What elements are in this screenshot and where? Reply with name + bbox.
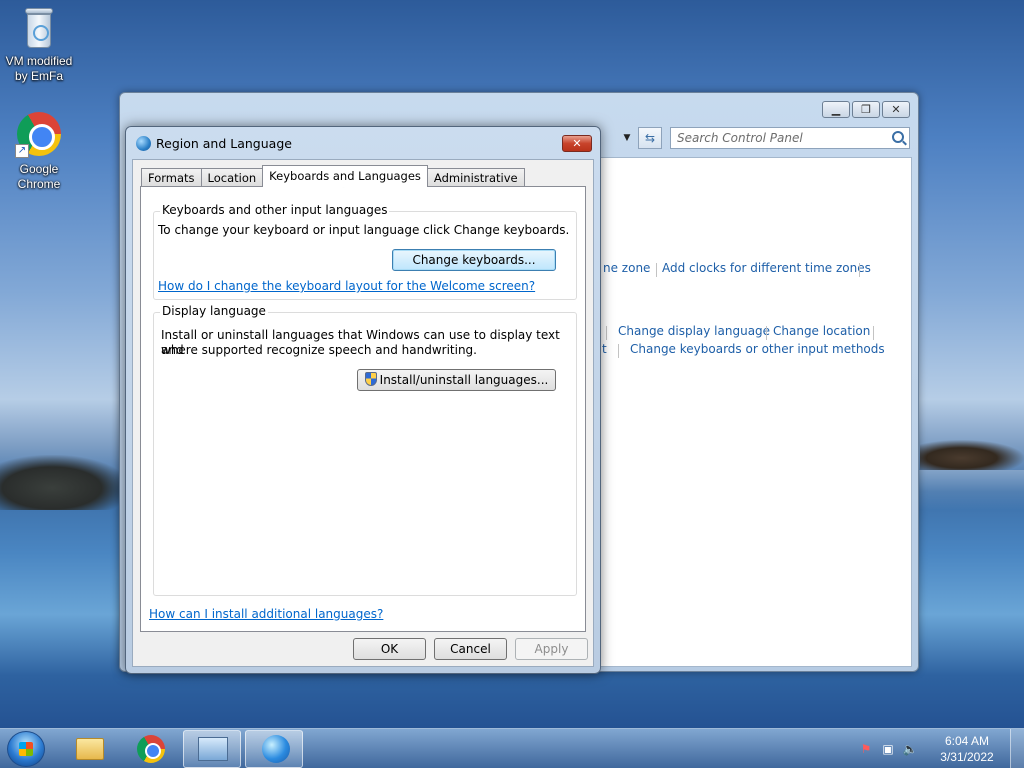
start-button[interactable] <box>7 731 45 767</box>
close-button[interactable]: ✕ <box>882 101 910 118</box>
network-icon[interactable]: ▣ <box>880 741 896 757</box>
show-desktop-button[interactable] <box>1010 729 1024 768</box>
link-fragment[interactable]: t <box>602 342 607 356</box>
search-box[interactable] <box>670 127 910 149</box>
region-language-dialog[interactable]: Region and Language ✕ Formats Location K… <box>125 126 601 674</box>
restore-button[interactable]: ❐ <box>852 101 880 118</box>
tab-panel-keyboards: Keyboards and other input languages To c… <box>140 186 586 632</box>
tab-keyboards-and-languages[interactable]: Keyboards and Languages <box>262 165 428 187</box>
control-panel-icon <box>198 737 228 761</box>
close-button[interactable]: ✕ <box>562 135 592 152</box>
tab-administrative[interactable]: Administrative <box>426 168 525 187</box>
link-separator <box>618 344 619 358</box>
cancel-button[interactable]: Cancel <box>434 638 507 660</box>
link-separator <box>859 263 860 277</box>
folder-icon <box>76 738 104 760</box>
install-additional-languages-link[interactable]: How can I install additional languages? <box>149 607 383 621</box>
shortcut-arrow-icon: ↗ <box>15 144 29 158</box>
uac-shield-icon <box>364 372 377 386</box>
install-uninstall-languages-button[interactable]: Install/uninstall languages... <box>357 369 556 391</box>
window-controls: ▁ ❐ ✕ <box>822 101 910 118</box>
desktop-icon-recycle-bin[interactable]: VM modified by EmFa <box>1 6 77 84</box>
search-icon[interactable] <box>892 131 904 143</box>
taskbar-control-panel-button[interactable] <box>183 730 241 768</box>
tab-location[interactable]: Location <box>200 168 264 187</box>
taskbar-chrome-button[interactable] <box>121 730 179 768</box>
desktop-icon-label: Google Chrome <box>17 162 61 191</box>
volume-icon[interactable]: 🔈 <box>902 741 918 757</box>
dialog-body: Formats Location Keyboards and Languages… <box>132 159 594 667</box>
group-title: Keyboards and other input languages <box>160 203 390 217</box>
link-change-keyboards[interactable]: Change keyboards or other input methods <box>630 342 885 356</box>
apply-button[interactable]: Apply <box>515 638 588 660</box>
desktop-icon-label: VM modified by EmFa <box>5 54 73 83</box>
chrome-icon <box>137 735 165 763</box>
action-center-flag-icon[interactable]: ⚑ <box>858 741 874 757</box>
globe-clock-icon <box>262 735 290 763</box>
welcome-screen-keyboard-help-link[interactable]: How do I change the keyboard layout for … <box>158 279 535 293</box>
tab-formats[interactable]: Formats <box>141 168 202 187</box>
dialog-title: Region and Language <box>156 136 292 151</box>
wallpaper-rocks-left <box>0 455 130 510</box>
change-keyboards-button[interactable]: Change keyboards... <box>392 249 556 271</box>
ok-button[interactable]: OK <box>353 638 426 660</box>
refresh-button[interactable]: ⇆ <box>638 127 662 149</box>
link-add-clocks[interactable]: Add clocks for different time zones <box>662 261 871 275</box>
clock[interactable]: 6:04 AM 3/31/2022 <box>932 733 1002 765</box>
desktop-icon-google-chrome[interactable]: ↗ Google Chrome <box>1 112 77 192</box>
link-time-zone[interactable]: ne zone <box>603 261 650 275</box>
globe-icon <box>136 136 151 151</box>
link-change-display-language[interactable]: Change display language <box>618 324 770 338</box>
address-dropdown-icon[interactable]: ▼ <box>618 127 636 149</box>
taskbar-explorer-button[interactable] <box>60 730 118 768</box>
button-label: Install/uninstall languages... <box>379 373 549 387</box>
group-title: Display language <box>160 304 268 318</box>
clock-date: 3/31/2022 <box>940 750 994 764</box>
link-separator <box>606 326 607 340</box>
minimize-button[interactable]: ▁ <box>822 101 850 118</box>
link-separator <box>766 326 767 340</box>
wallpaper-rocks-right <box>920 440 1024 470</box>
system-tray: ⚑ ▣ 🔈 6:04 AM 3/31/2022 <box>854 729 1024 768</box>
keyboards-description: To change your keyboard or input languag… <box>158 223 570 237</box>
link-separator <box>656 263 657 277</box>
recycle-bin-icon <box>23 6 55 50</box>
search-input[interactable] <box>671 128 881 148</box>
tab-strip: Formats Location Keyboards and Languages… <box>141 164 525 187</box>
link-separator <box>873 326 874 340</box>
clock-time: 6:04 AM <box>944 734 990 748</box>
link-change-location[interactable]: Change location <box>773 324 870 338</box>
taskbar-region-language-button[interactable] <box>245 730 303 768</box>
taskbar: ⚑ ▣ 🔈 6:04 AM 3/31/2022 <box>0 728 1024 768</box>
display-description-line2: where supported recognize speech and han… <box>161 343 477 357</box>
